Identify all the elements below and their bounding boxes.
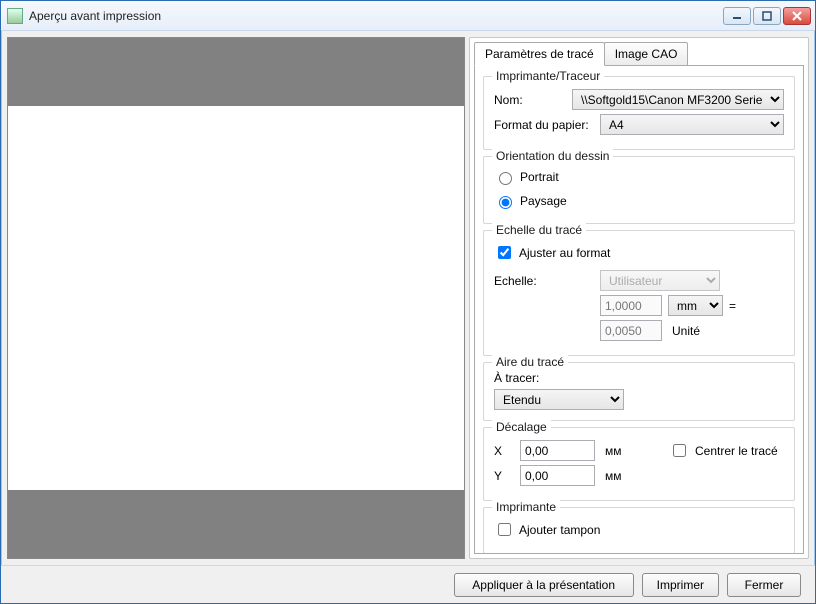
legend-stamp: Imprimante <box>492 500 560 514</box>
label-paper-format: Format du papier: <box>494 118 594 132</box>
input-offset-x[interactable] <box>520 440 595 461</box>
minimize-icon <box>732 11 742 21</box>
close-dialog-button[interactable]: Fermer <box>727 573 801 597</box>
label-scale: Echelle: <box>494 274 594 288</box>
tab-cad[interactable]: Image CAO <box>604 42 689 66</box>
label-fit: Ajuster au format <box>519 246 610 260</box>
label-printer-name: Nom: <box>494 93 566 107</box>
label-portrait: Portrait <box>520 170 559 184</box>
input-offset-y[interactable] <box>520 465 595 486</box>
area-select[interactable]: Etendu <box>494 389 624 410</box>
label-unit: Unité <box>672 324 708 338</box>
checkbox-add-stamp[interactable] <box>498 523 511 536</box>
minimize-button[interactable] <box>723 7 751 25</box>
label-mm-x: мм <box>605 444 641 458</box>
label-mm-y: мм <box>605 469 641 483</box>
close-button[interactable] <box>783 7 811 25</box>
input-scale-num2[interactable] <box>600 320 662 341</box>
window-buttons <box>723 7 811 25</box>
label-to-plot: À tracer: <box>494 371 784 385</box>
paper-format-select[interactable]: A4 <box>600 114 784 135</box>
scale-select[interactable]: Utilisateur <box>600 270 720 291</box>
window-frame: Aperçu avant impression Paramètres de tr… <box>0 0 816 604</box>
maximize-button[interactable] <box>753 7 781 25</box>
checkbox-center[interactable] <box>673 444 686 457</box>
input-scale-num1[interactable] <box>600 295 662 316</box>
group-area: Aire du tracé À tracer: Etendu <box>483 362 795 421</box>
radio-landscape[interactable] <box>499 196 512 209</box>
group-scale: Echelle du tracé Ajuster au format Echel… <box>483 230 795 356</box>
print-button[interactable]: Imprimer <box>642 573 719 597</box>
preview-page <box>8 106 464 491</box>
checkbox-fit[interactable] <box>498 246 511 259</box>
content-area: Paramètres de tracé Image CAO Imprimante… <box>1 31 815 565</box>
group-printer: Imprimante/Traceur Nom: \\Softgold15\Can… <box>483 76 795 150</box>
preview-pane <box>7 37 465 559</box>
app-icon <box>7 8 23 24</box>
side-panel: Paramètres de tracé Image CAO Imprimante… <box>469 37 809 559</box>
group-orientation: Orientation du dessin Portrait Paysage <box>483 156 795 224</box>
label-add-stamp: Ajouter tampon <box>519 523 600 537</box>
legend-scale: Echelle du tracé <box>492 223 586 237</box>
legend-printer: Imprimante/Traceur <box>492 69 604 83</box>
legend-orientation: Orientation du dessin <box>492 149 613 163</box>
window-title: Aperçu avant impression <box>29 9 723 23</box>
label-offset-x: X <box>494 444 514 458</box>
label-offset-y: Y <box>494 469 514 483</box>
group-offset: Décalage X мм Centrer le tracé Y мм <box>483 427 795 501</box>
radio-portrait[interactable] <box>499 172 512 185</box>
apply-button[interactable]: Appliquer à la présentation <box>454 573 634 597</box>
label-landscape: Paysage <box>520 194 567 208</box>
titlebar: Aperçu avant impression <box>1 1 815 31</box>
label-center: Centrer le tracé <box>695 444 778 458</box>
tab-panel-params: Imprimante/Traceur Nom: \\Softgold15\Can… <box>474 65 804 554</box>
legend-area: Aire du tracé <box>492 355 568 369</box>
unit-select[interactable]: mm <box>668 295 723 316</box>
tabs: Paramètres de tracé Image CAO <box>474 42 804 66</box>
label-equals: = <box>729 299 736 313</box>
tab-params[interactable]: Paramètres de tracé <box>474 42 605 66</box>
close-icon <box>792 11 802 21</box>
footer: Appliquer à la présentation Imprimer Fer… <box>1 565 815 603</box>
printer-name-select[interactable]: \\Softgold15\Canon MF3200 Serie <box>572 89 784 110</box>
maximize-icon <box>762 11 772 21</box>
group-stamp: Imprimante Ajouter tampon <box>483 507 795 554</box>
legend-offset: Décalage <box>492 420 551 434</box>
